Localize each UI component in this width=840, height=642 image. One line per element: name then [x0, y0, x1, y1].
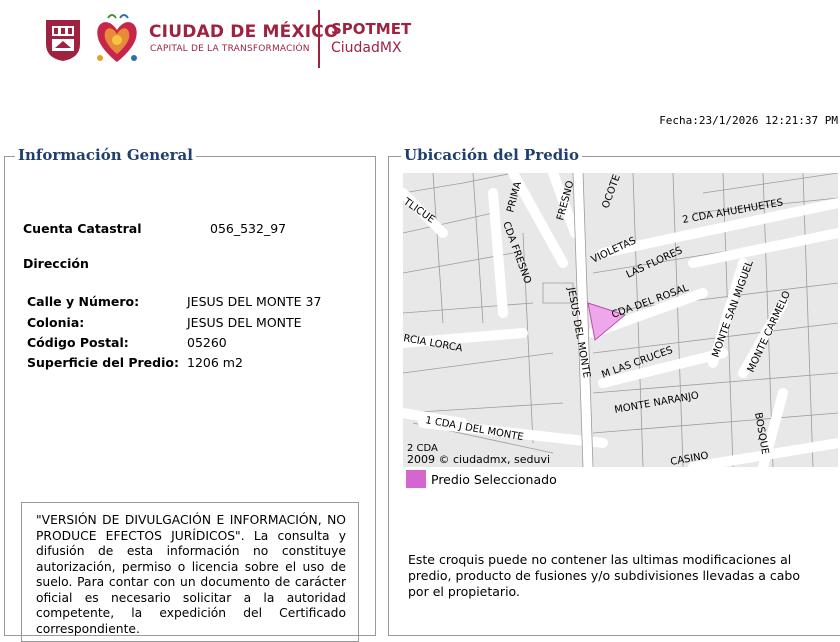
codigo-postal-value: 05260 — [187, 335, 227, 350]
predio-legend-label: Predio Seleccionado — [431, 472, 557, 487]
calle-value: JESUS DEL MONTE 37 — [187, 294, 322, 309]
app-title: SPOTMET — [331, 20, 412, 38]
informacion-general-legend: Información General — [15, 146, 196, 164]
location-map[interactable]: TLICUE PRIMA FRESNO OCOTE 2 CDA AHUEHUET… — [403, 173, 838, 467]
cdmx-shield-icon — [46, 20, 80, 61]
brand-subtitle: CAPITAL DE LA TRANSFORMACIÓN — [150, 44, 310, 54]
cuenta-catastral-value: 056_532_97 — [210, 221, 287, 236]
codigo-postal-label: Código Postal: — [27, 335, 129, 350]
map-canvas: TLICUE PRIMA FRESNO OCOTE 2 CDA AHUEHUET… — [403, 173, 838, 467]
app-subtitle: CiudadMX — [331, 40, 402, 56]
superficie-value: 1206 m2 — [187, 355, 243, 370]
ubicacion-legend: Ubicación del Predio — [401, 146, 582, 164]
heart-emblem-icon — [97, 14, 137, 62]
header-logos: CIUDAD DE MÉXICO CAPITAL DE LA TRANSFORM… — [44, 10, 464, 72]
predio-legend-swatch — [406, 470, 426, 488]
superficie-label: Superficie del Predio: — [27, 355, 179, 370]
map-copyright: 2009 © ciudadmx, seduvi — [407, 453, 551, 466]
croquis-note: Este croquis puede no contener las ultim… — [408, 552, 800, 599]
direccion-label: Dirección — [23, 256, 89, 271]
timestamp: Fecha:23/1/2026 12:21:37 PM — [659, 114, 838, 127]
brand-title: CIUDAD DE MÉXICO — [149, 22, 339, 42]
colonia-value: JESUS DEL MONTE — [187, 315, 302, 330]
cuenta-catastral-label: Cuenta Catastral — [23, 221, 142, 236]
calle-label: Calle y Número: — [27, 294, 140, 309]
disclaimer-box: "VERSIÓN DE DIVULGACIÓN E INFORMACIÓN, N… — [21, 502, 359, 642]
brand-divider — [318, 10, 320, 68]
colonia-label: Colonia: — [27, 315, 85, 330]
